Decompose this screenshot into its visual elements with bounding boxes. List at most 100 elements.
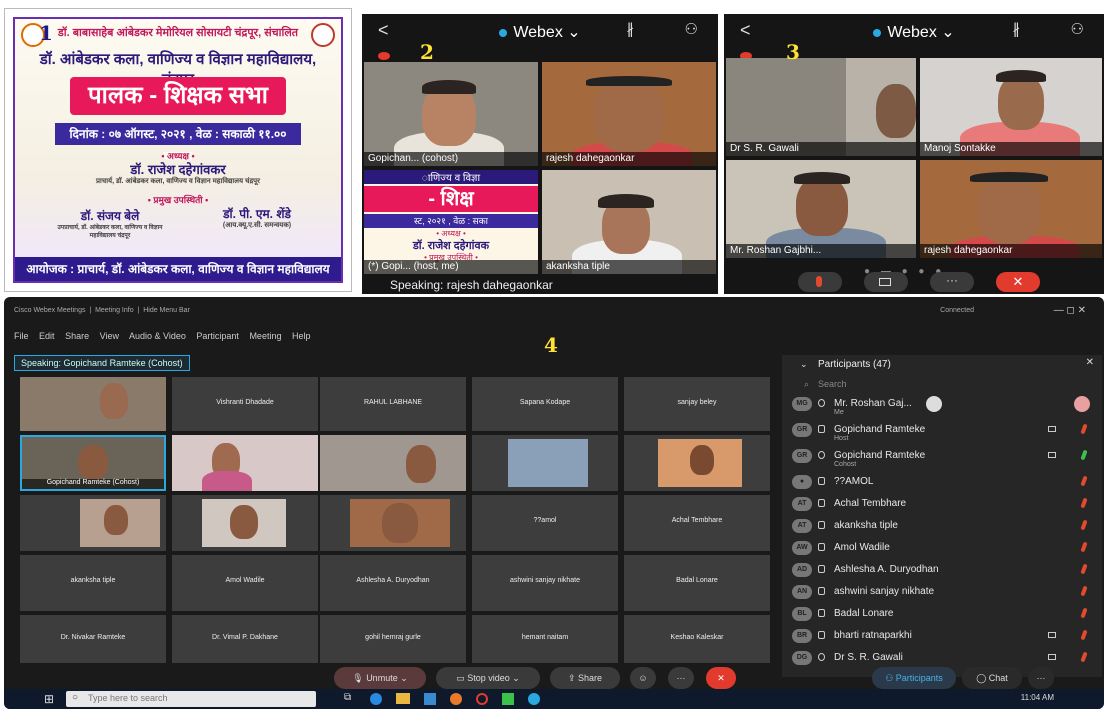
menu-view[interactable]: View	[100, 331, 119, 341]
file-explorer-icon[interactable]	[396, 693, 410, 704]
video-tile[interactable]: akanksha tiple	[20, 555, 166, 611]
task-view-icon[interactable]: ⧉	[344, 692, 351, 703]
menu-participant[interactable]: Participant	[196, 331, 239, 341]
video-tile[interactable]: rajesh dahegaonkar	[542, 62, 716, 166]
mute-icon[interactable]	[1074, 396, 1090, 412]
bluetooth-icon[interactable]: ∦	[627, 20, 635, 38]
taskbar-search-box[interactable]: ○ Type here to search	[66, 691, 316, 707]
more-button[interactable]: ···	[930, 272, 974, 292]
participant-row[interactable]: BL Badal Lonare	[792, 605, 1092, 627]
menu-meeting[interactable]: Meeting	[249, 331, 281, 341]
video-tile[interactable]	[320, 435, 466, 491]
participants-icon[interactable]: ⚇	[685, 20, 698, 38]
video-tile[interactable]: akanksha tiple	[542, 170, 716, 274]
video-tile[interactable]	[20, 495, 166, 551]
chat-tab[interactable]: ◯ Chat	[962, 667, 1022, 689]
video-tile[interactable]	[320, 495, 466, 551]
store-icon[interactable]	[424, 693, 436, 705]
mic-off-icon[interactable]	[1080, 585, 1088, 597]
video-tile[interactable]: hemant naitam	[472, 615, 618, 663]
participant-row[interactable]: AN ashwini sanjay nikhate	[792, 583, 1092, 605]
video-tile[interactable]: Gopichan... (cohost)	[364, 62, 538, 166]
participant-row[interactable]: AT akanksha tiple	[792, 517, 1092, 539]
mic-off-icon[interactable]	[1080, 423, 1088, 435]
reactions-button[interactable]: ☺	[630, 667, 656, 689]
firefox-icon[interactable]	[450, 693, 462, 705]
menu-share[interactable]: Share	[65, 331, 89, 341]
video-tile[interactable]: Mr. Roshan Gajbhi...	[726, 160, 916, 258]
mic-off-icon[interactable]	[1080, 475, 1088, 487]
mic-off-icon[interactable]	[1080, 497, 1088, 509]
menu-file[interactable]: File	[14, 331, 29, 341]
video-tile[interactable]: Keshao Kaleskar	[624, 615, 770, 663]
participant-row[interactable]: AD Ashlesha A. Duryodhan	[792, 561, 1092, 583]
hide-menu-bar-link[interactable]: Hide Menu Bar	[143, 307, 190, 314]
participants-tab[interactable]: ⚇ Participants	[872, 667, 956, 689]
participant-row[interactable]: BR bharti ratnaparkhi	[792, 627, 1092, 649]
participant-row[interactable]: AT Achal Tembhare	[792, 495, 1092, 517]
video-button[interactable]	[864, 272, 908, 292]
video-tile[interactable]: gohil hemraj gurle	[320, 615, 466, 663]
video-tile[interactable]: ashwini sanjay nikhate	[472, 555, 618, 611]
participant-row[interactable]: ● ??AMOL	[792, 473, 1092, 495]
participant-row[interactable]: MG Mr. Roshan Gaj... Me	[792, 395, 1092, 417]
video-tile[interactable]: Dr. Vimal P. Dakhane	[172, 615, 318, 663]
meeting-info-link[interactable]: Meeting Info	[95, 307, 134, 314]
menu-audio-video[interactable]: Audio & Video	[129, 331, 186, 341]
windows-start-icon[interactable]: ⊞	[44, 692, 54, 706]
active-speaker-tile[interactable]: Gopichand Ramteke (Cohost)	[20, 435, 166, 491]
opera-icon[interactable]	[476, 693, 488, 705]
video-tile[interactable]	[172, 495, 318, 551]
video-tile[interactable]	[624, 435, 770, 491]
video-tile[interactable]: Dr S. R. Gawali	[726, 58, 916, 156]
panel-more-button[interactable]: ···	[1028, 667, 1054, 689]
video-tile[interactable]	[172, 435, 318, 491]
video-tile[interactable]: RAHUL LABHANE	[320, 377, 466, 431]
mic-off-icon[interactable]	[1080, 607, 1088, 619]
participant-row[interactable]: AW Amol Wadile	[792, 539, 1092, 561]
chevron-down-icon[interactable]: ⌄	[800, 359, 808, 370]
system-clock[interactable]: 11:04 AM	[1021, 693, 1054, 702]
video-tile[interactable]: rajesh dahegaonkar	[920, 160, 1102, 258]
share-button[interactable]: ⇪ Share	[550, 667, 620, 689]
mic-off-icon[interactable]	[1080, 651, 1088, 663]
mic-off-icon[interactable]	[1080, 519, 1088, 531]
video-tile[interactable]: Manoj Sontakke	[920, 58, 1102, 156]
video-tile[interactable]: Amol Wadile	[172, 555, 318, 611]
window-controls[interactable]: — ◻ ✕	[1054, 305, 1086, 316]
mic-on-icon[interactable]	[1080, 449, 1088, 461]
mic-off-icon[interactable]	[1080, 629, 1088, 641]
participants-icon[interactable]: ⚇	[1071, 20, 1084, 38]
leave-button[interactable]: ✕	[996, 272, 1040, 292]
unmute-button[interactable]: 🎙︎ Unmute ⌄	[334, 667, 426, 689]
mic-off-icon[interactable]	[1080, 563, 1088, 575]
video-tile[interactable]	[472, 435, 618, 491]
app-title[interactable]: Webex	[887, 24, 937, 41]
video-tile[interactable]: Ashlesha A. Duryodhan	[320, 555, 466, 611]
video-tile[interactable]: Badal Lonare	[624, 555, 770, 611]
participant-search[interactable]: Search	[818, 379, 847, 389]
video-tile[interactable]: Vishranti Dhadade	[172, 377, 318, 431]
stop-video-button[interactable]: ▭ Stop video ⌄	[436, 667, 540, 689]
more-options-button[interactable]: ···	[668, 667, 694, 689]
close-icon[interactable]: ✕	[1086, 357, 1094, 368]
participant-row[interactable]: GR Gopichand Ramteke Cohost	[792, 447, 1092, 469]
webex-taskbar-icon[interactable]	[528, 693, 540, 705]
video-tile[interactable]: Sapana Kodape	[472, 377, 618, 431]
mute-button[interactable]	[798, 272, 842, 292]
leave-meeting-button[interactable]: ✕	[706, 667, 736, 689]
video-tile[interactable]: sanjay beley	[624, 377, 770, 431]
mic-off-icon[interactable]	[1080, 541, 1088, 553]
app-icon[interactable]	[502, 693, 514, 705]
menu-help[interactable]: Help	[292, 331, 311, 341]
video-tile[interactable]: ??amol	[472, 495, 618, 551]
app-title[interactable]: Webex	[513, 24, 563, 41]
video-tile[interactable]: Dr. Nivakar Ramteke	[20, 615, 166, 663]
shared-poster-tile[interactable]: ाणिज्य व विज्ञा - शिक्ष स्ट, २०२१ , वेळ …	[364, 170, 538, 274]
video-tile[interactable]: Achal Tembhare	[624, 495, 770, 551]
participant-row[interactable]: GR Gopichand Ramteke Host	[792, 421, 1092, 443]
menu-edit[interactable]: Edit	[39, 331, 55, 341]
video-tile[interactable]	[20, 377, 166, 431]
bluetooth-icon[interactable]: ∦	[1013, 20, 1021, 38]
edge-browser-icon[interactable]	[370, 693, 382, 705]
